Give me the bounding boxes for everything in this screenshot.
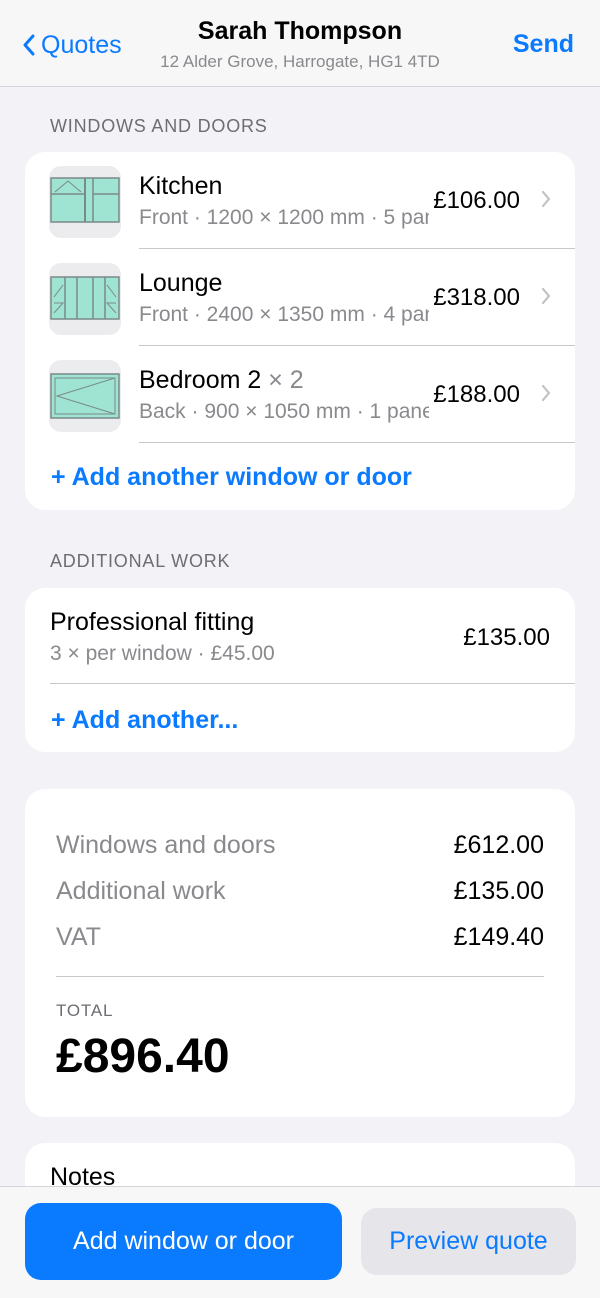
add-additional-work-link[interactable]: + Add another... — [51, 706, 238, 735]
chevron-right-icon — [541, 190, 551, 208]
send-button[interactable]: Send — [513, 30, 574, 59]
additional-work-price: £135.00 — [463, 624, 550, 651]
summary-vat-label: VAT — [56, 923, 101, 951]
window-item-bedroom-2[interactable]: Bedroom 2 × 2 Back · 900 × 1050 mm · 1 p… — [25, 346, 575, 443]
window-item-name: Bedroom 2 × 2 — [139, 366, 304, 394]
summary-additional-value: £135.00 — [453, 877, 544, 905]
window-item-price: £188.00 — [433, 381, 520, 408]
chevron-right-icon — [541, 384, 551, 402]
chevron-right-icon — [541, 287, 551, 305]
window-item-kitchen[interactable]: Kitchen Front · 1200 × 1200 mm · 5 panes… — [25, 152, 575, 249]
navigation-bar: Quotes Sarah Thompson 12 Alder Grove, Ha… — [0, 0, 600, 87]
windows-card: Kitchen Front · 1200 × 1200 mm · 5 panes… — [25, 152, 575, 510]
window-item-detail: Front · 1200 × 1200 mm · 5 panes — [139, 206, 429, 229]
preview-quote-button[interactable]: Preview quote — [361, 1208, 576, 1275]
windows-section-header: WINDOWS AND DOORS — [50, 116, 268, 136]
window-item-name: Lounge — [139, 269, 223, 297]
page-title: Sarah Thompson — [197, 17, 403, 45]
row-divider — [139, 442, 575, 443]
window-item-name: Kitchen — [139, 172, 223, 200]
window-icon — [49, 166, 121, 238]
summary-windows-label: Windows and doors — [56, 831, 276, 859]
summary-card: Windows and doors £612.00 Additional wor… — [25, 789, 575, 1117]
total-value: £896.40 — [56, 1030, 230, 1083]
additional-work-name: Professional fitting — [50, 608, 255, 636]
additional-work-detail: 3 × per window · £45.00 — [50, 642, 275, 665]
window-item-detail: Back · 900 × 1050 mm · 1 pane — [139, 400, 429, 423]
summary-vat-value: £149.40 — [453, 923, 544, 951]
window-item-price: £106.00 — [433, 187, 520, 214]
page-subtitle: 12 Alder Grove, Harrogate, HG1 4TD — [160, 52, 440, 71]
add-window-link[interactable]: + Add another window or door — [51, 463, 412, 492]
window-item-detail: Front · 2400 × 1350 mm · 4 panes — [139, 303, 429, 326]
window-icon — [49, 360, 121, 432]
window-item-quantity: × 2 — [268, 366, 304, 394]
additional-work-item[interactable]: Professional fitting 3 × per window · £4… — [25, 588, 575, 684]
window-icon — [49, 263, 121, 335]
window-item-lounge[interactable]: Lounge Front · 2400 × 1350 mm · 4 panes … — [25, 249, 575, 346]
window-item-price: £318.00 — [433, 284, 520, 311]
additional-work-card: Professional fitting 3 × per window · £4… — [25, 588, 575, 752]
add-window-or-door-button[interactable]: Add window or door — [25, 1203, 342, 1280]
summary-windows-value: £612.00 — [453, 831, 544, 859]
summary-divider — [56, 976, 544, 977]
additional-section-header: ADDITIONAL WORK — [50, 551, 231, 571]
summary-additional-label: Additional work — [56, 877, 226, 905]
row-divider — [50, 683, 575, 684]
total-label: TOTAL — [56, 1001, 114, 1020]
bottom-action-bar: Add window or door Preview quote — [0, 1186, 600, 1298]
